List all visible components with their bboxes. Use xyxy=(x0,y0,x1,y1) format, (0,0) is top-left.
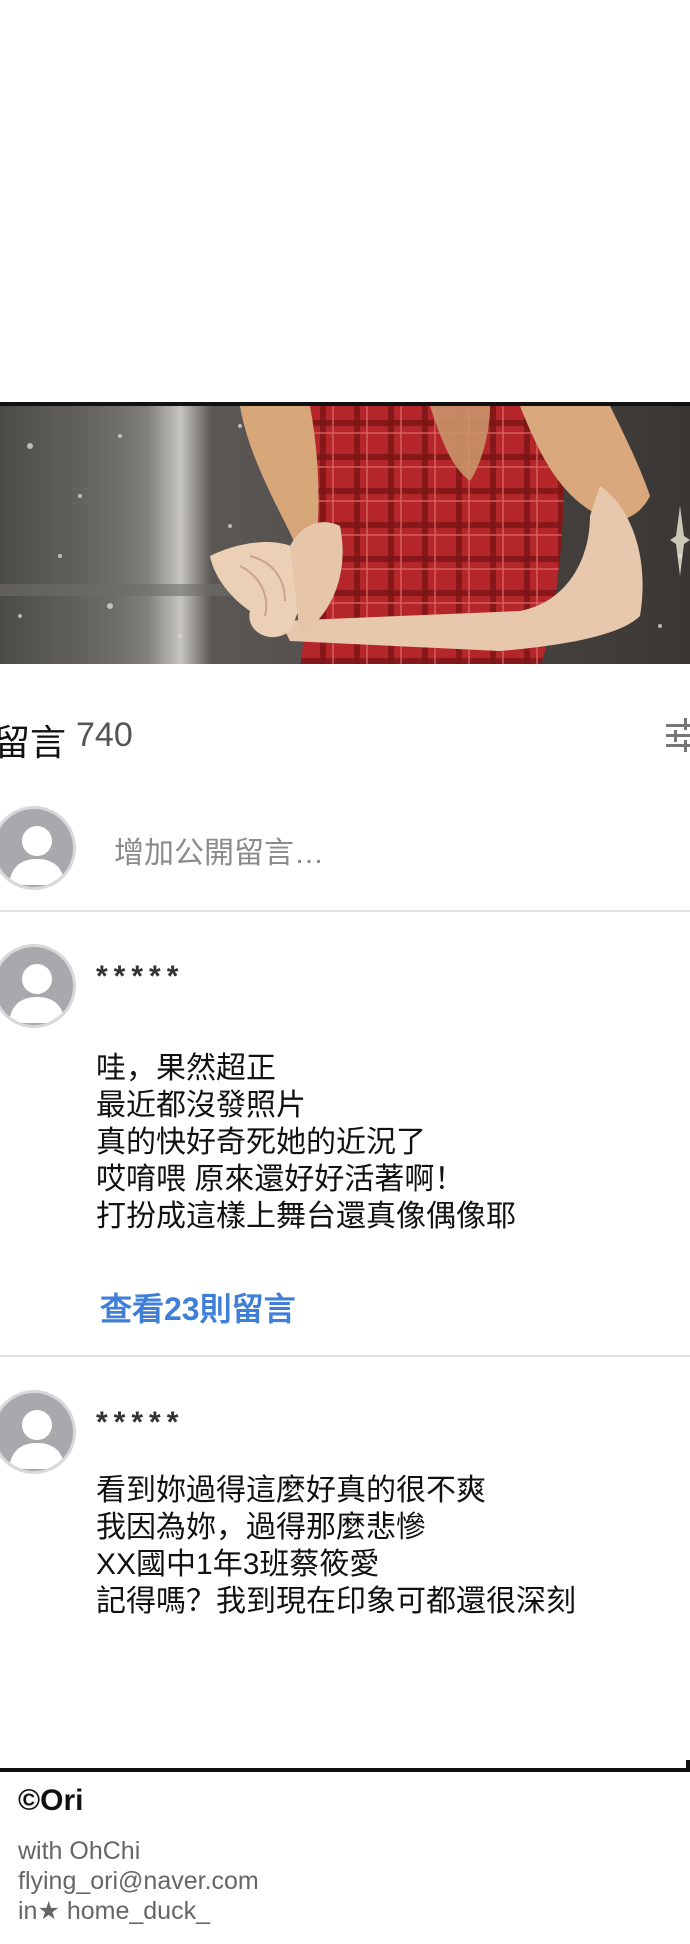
author-credits: ©Ori with OhChi flying_ori@naver.com in★… xyxy=(18,1784,259,1926)
comment-item: ***** 哇，果然超正 最近都沒發照片 真的快好奇死她的近況了 哎唷喂 原來還… xyxy=(0,944,690,1364)
comment-author: ***** xyxy=(96,1406,185,1439)
default-avatar-icon xyxy=(0,806,76,890)
comic-panel-illustration xyxy=(0,402,690,664)
divider xyxy=(0,1355,690,1357)
copyright-label: ©Ori xyxy=(18,1784,84,1817)
add-comment-row xyxy=(0,806,690,910)
divider xyxy=(0,910,690,912)
illustration-art xyxy=(0,406,690,664)
comments-header: 留言 740 xyxy=(0,712,690,763)
default-avatar-icon xyxy=(0,1390,76,1474)
view-replies-link[interactable]: 查看23則留言 xyxy=(100,1284,296,1330)
blank-area-top xyxy=(0,0,690,402)
comment-item: ***** 看到妳過得這麼好真的很不爽 我因為妳，過得那麼悲慘 XX國中1年3班… xyxy=(0,1390,690,1750)
default-avatar-icon xyxy=(0,944,76,1028)
sort-icon[interactable] xyxy=(666,716,690,752)
comment-line: 哇，果然超正 xyxy=(96,1052,276,1085)
comment-line: 哎唷喂 原來還好好活著啊！ xyxy=(96,1163,465,1196)
credit-with: with OhChi xyxy=(18,1837,141,1865)
credit-email: flying_ori@naver.com xyxy=(18,1867,259,1895)
add-comment-input[interactable] xyxy=(112,830,676,878)
comment-line: 看到妳過得這麼好真的很不爽 xyxy=(96,1474,486,1507)
comment-text: 哇，果然超正 最近都沒發照片 真的快好奇死她的近況了 哎唷喂 原來還好好活著啊！… xyxy=(96,1050,516,1235)
panel-frame-bottom xyxy=(0,1768,690,1772)
comment-line: 記得嗎？我到現在印象可都還很深刻 xyxy=(96,1585,576,1618)
comment-text: 看到妳過得這麼好真的很不爽 我因為妳，過得那麼悲慘 XX國中1年3班蔡筱愛 記得… xyxy=(96,1472,576,1620)
comment-author: ***** xyxy=(96,960,185,993)
comments-count: 740 xyxy=(76,716,133,754)
credit-instagram: in★ home_duck_ xyxy=(18,1897,210,1925)
comments-title: 留言 xyxy=(0,722,67,763)
comment-line: 打扮成這樣上舞台還真像偶像耶 xyxy=(96,1200,516,1233)
comment-line: 最近都沒發照片 xyxy=(96,1089,306,1122)
comment-line: XX國中1年3班蔡筱愛 xyxy=(96,1548,380,1581)
comment-line: 我因為妳，過得那麼悲慘 xyxy=(96,1511,426,1544)
comment-line: 真的快好奇死她的近況了 xyxy=(96,1126,426,1159)
